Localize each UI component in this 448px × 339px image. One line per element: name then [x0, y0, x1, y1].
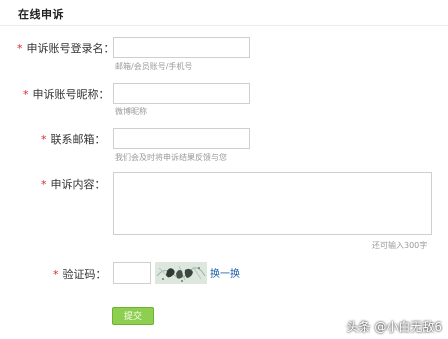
content-label: * 申诉内容：: [41, 176, 106, 192]
account-hint: 邮箱/会员账号/手机号: [115, 62, 193, 71]
required-mark: *: [41, 133, 47, 146]
nickname-label: * 申诉账号昵称：: [23, 86, 110, 102]
content-counter: 还可输入300字: [372, 241, 428, 250]
captcha-noise-graphic: [155, 262, 207, 284]
nickname-label-text: 申诉账号昵称：: [32, 88, 110, 101]
email-label: * 联系邮箱：: [41, 131, 106, 147]
email-hint: 我们会及时将申诉结果反馈与您: [115, 153, 227, 162]
captcha-label-text: 验证码：: [62, 268, 107, 281]
page-title: 在线申诉: [18, 8, 64, 21]
content-label-text: 申诉内容：: [50, 178, 106, 191]
content-textarea[interactable]: [113, 172, 432, 235]
captcha-image[interactable]: [155, 262, 207, 284]
email-label-text: 联系邮箱：: [50, 133, 106, 146]
account-label: * 申诉账号登录名：: [17, 40, 115, 56]
account-label-text: 申诉账号登录名：: [26, 42, 115, 55]
watermark: 头条 @小白无敌6: [346, 320, 442, 334]
account-input[interactable]: [113, 37, 250, 58]
refresh-captcha-link[interactable]: 换一换: [210, 265, 240, 280]
title-divider: [0, 25, 448, 26]
required-mark: *: [41, 178, 47, 191]
appeal-page: 在线申诉 * 申诉账号登录名： 邮箱/会员账号/手机号 * 申诉账号昵称： 微博昵称…: [0, 0, 448, 339]
submit-button[interactable]: 提交: [112, 307, 154, 325]
nickname-input[interactable]: [113, 83, 250, 104]
required-mark: *: [23, 88, 29, 101]
required-mark: *: [17, 42, 23, 55]
required-mark: *: [53, 268, 59, 281]
captcha-label: * 验证码：: [53, 266, 107, 282]
nickname-hint: 微博昵称: [115, 107, 147, 116]
email-input[interactable]: [113, 128, 250, 149]
captcha-input[interactable]: [113, 262, 151, 284]
